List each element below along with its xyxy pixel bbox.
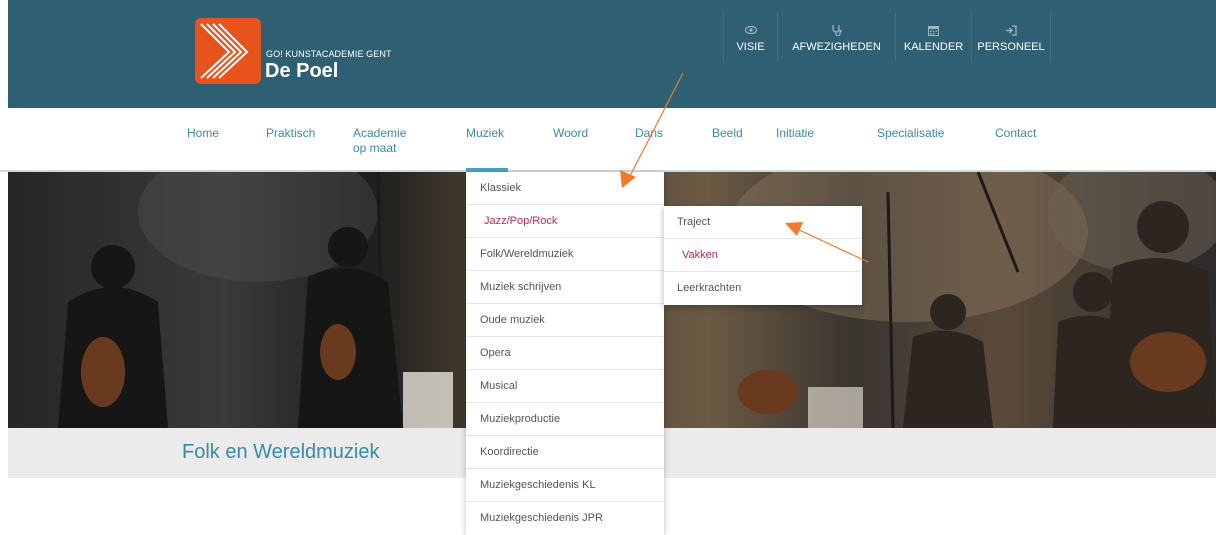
dropdown-item-muziekgeschiedenis-jpr[interactable]: Muziekgeschiedenis JPR: [466, 502, 664, 535]
nav-muziek[interactable]: Muziek: [466, 126, 504, 141]
nav-dans[interactable]: Dans: [635, 126, 663, 141]
submenu-item-leerkrachten[interactable]: Leerkrachten: [664, 272, 862, 305]
dropdown-item-muziek-schrijven[interactable]: Muziek schrijven: [466, 271, 664, 304]
submenu-item-traject[interactable]: Traject: [664, 206, 862, 239]
page-title: Folk en Wereldmuziek: [182, 441, 380, 463]
top-nav-label: PERSONEEL: [977, 41, 1045, 53]
calendar-icon: [928, 21, 939, 39]
nav-beeld[interactable]: Beeld: [712, 126, 743, 141]
nav-initiatie[interactable]: Initiatie: [776, 126, 814, 141]
stethoscope-icon: [831, 21, 843, 39]
muziek-dropdown: Klassiek Jazz/Pop/Rock Folk/Wereldmuziek…: [466, 172, 664, 535]
brand-name[interactable]: De Poel: [265, 60, 338, 83]
nav-praktisch[interactable]: Praktisch: [266, 126, 315, 141]
nav-academie-line1: Academie: [353, 126, 407, 140]
nav-contact[interactable]: Contact: [995, 126, 1036, 141]
top-nav-label: VISIE: [736, 41, 765, 53]
top-nav-label: AFWEZIGHEDEN: [792, 41, 881, 53]
top-nav-visie[interactable]: VISIE: [723, 13, 777, 61]
eye-icon: [744, 21, 757, 39]
submenu-item-vakken[interactable]: Vakken: [664, 239, 862, 272]
nav-academie-op-maat[interactable]: Academie op maat: [353, 126, 406, 156]
nav-academie-line2: op maat: [353, 141, 397, 155]
top-nav-afwezigheden[interactable]: AFWEZIGHEDEN: [777, 13, 895, 61]
dropdown-item-koordirectie[interactable]: Koordirectie: [466, 436, 664, 469]
dropdown-item-musical[interactable]: Musical: [466, 370, 664, 403]
academy-logo[interactable]: [195, 18, 261, 84]
sign-in-icon: [1005, 21, 1017, 39]
dropdown-item-muziekproductie[interactable]: Muziekproductie: [466, 403, 664, 436]
dropdown-item-klassiek[interactable]: Klassiek: [466, 172, 664, 205]
dropdown-item-oude-muziek[interactable]: Oude muziek: [466, 304, 664, 337]
dropdown-item-muziekgeschiedenis-kl[interactable]: Muziekgeschiedenis KL: [466, 469, 664, 502]
main-nav: Home Praktisch Academie op maat Muziek W…: [0, 108, 1216, 172]
dropdown-item-folk-wereldmuziek[interactable]: Folk/Wereldmuziek: [466, 238, 664, 271]
nav-woord[interactable]: Woord: [553, 126, 588, 141]
nav-home[interactable]: Home: [187, 126, 219, 141]
dropdown-item-jazz-pop-rock[interactable]: Jazz/Pop/Rock: [466, 205, 664, 238]
top-nav-label: KALENDER: [903, 41, 964, 53]
site-header: GO! KUNSTACADEMIE GENT De Poel VISIE AFW…: [8, 0, 1216, 108]
top-nav-personeel[interactable]: PERSONEEL: [971, 13, 1051, 61]
top-nav-kalender[interactable]: KALENDER: [895, 13, 971, 61]
jazz-pop-rock-submenu: Traject Vakken Leerkrachten: [664, 206, 862, 305]
nav-specialisatie[interactable]: Specialisatie: [877, 126, 944, 141]
brand-subtitle: GO! KUNSTACADEMIE GENT: [266, 49, 392, 59]
top-nav: VISIE AFWEZIGHEDEN KALENDER PERSONEEL: [723, 13, 1051, 61]
dropdown-item-opera[interactable]: Opera: [466, 337, 664, 370]
